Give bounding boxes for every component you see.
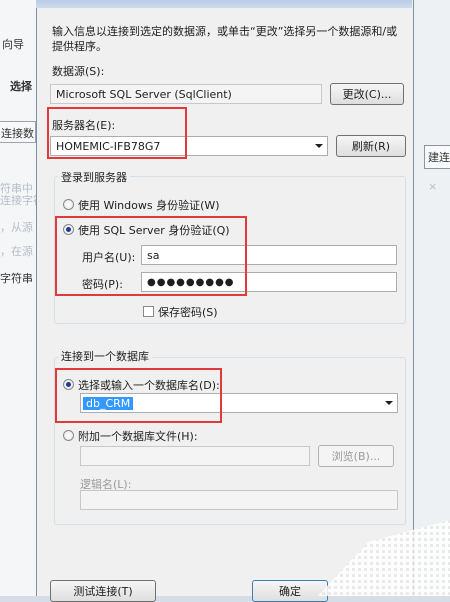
background-tab-label: 连接数: [1, 127, 34, 140]
background-button-right-label: 建连: [428, 151, 450, 164]
attach-db-radio[interactable]: [63, 430, 74, 441]
change-datasource-button[interactable]: 更改(C)...: [330, 83, 404, 105]
attach-db-label[interactable]: 附加一个数据库文件(H):: [78, 428, 198, 444]
background-right-panel: [412, 0, 450, 596]
database-name-dropdown[interactable]: db_CRM: [80, 393, 398, 413]
username-input[interactable]: sa: [141, 245, 397, 265]
select-db-label[interactable]: 选择或输入一个数据库名(D):: [78, 377, 220, 393]
logical-name-input: [80, 490, 398, 510]
save-password-checkbox[interactable]: [143, 306, 154, 317]
select-db-radio[interactable]: [63, 379, 74, 390]
windows-auth-radio[interactable]: [63, 199, 74, 210]
password-label: 密码(P):: [82, 278, 123, 291]
database-name-value: db_CRM: [83, 396, 134, 410]
connect-db-group-title: 连接到一个数据库: [58, 348, 152, 364]
save-password-label[interactable]: 保存密码(S): [158, 304, 218, 320]
windows-auth-label[interactable]: 使用 Windows 身份验证(W): [78, 197, 220, 213]
username-label: 用户名(U):: [82, 251, 136, 264]
background-hint-5: 字符串: [0, 272, 33, 285]
attach-db-file-input: [80, 446, 310, 466]
browse-button[interactable]: 浏览(B)...: [318, 445, 394, 467]
background-title: 向导: [2, 38, 24, 51]
server-name-dropdown[interactable]: HOMEMIC-IFB78G7: [50, 136, 328, 156]
background-hint-4: ，在源: [0, 245, 33, 258]
background-right-hint: ×: [428, 180, 438, 193]
dialog-titlebar: [36, 0, 412, 8]
sql-auth-radio[interactable]: [63, 224, 74, 235]
datasource-field: Microsoft SQL Server (SqlClient): [50, 84, 322, 104]
refresh-button[interactable]: 刷新(R): [336, 135, 406, 157]
datasource-label: 数据源(S):: [52, 65, 105, 78]
chevron-down-icon[interactable]: [315, 144, 323, 148]
chevron-down-icon[interactable]: [385, 401, 393, 405]
password-input[interactable]: ●●●●●●●●●: [141, 272, 397, 292]
dialog-intro-text: 输入信息以连接到选定的数据源，或单击“更改”选择另一个数据源和/或提供程序。: [52, 25, 398, 53]
background-hint-3: ，从源: [0, 221, 33, 234]
server-name-label: 服务器名(E):: [52, 119, 116, 132]
server-name-value: HOMEMIC-IFB78G7: [56, 139, 161, 153]
sql-auth-label[interactable]: 使用 SQL Server 身份验证(Q): [78, 222, 230, 238]
watermark-graphic: [318, 520, 450, 596]
test-connection-button[interactable]: 测试连接(T): [50, 580, 156, 602]
login-group-title: 登录到服务器: [58, 169, 130, 185]
background-select-label: 选择: [10, 80, 32, 93]
